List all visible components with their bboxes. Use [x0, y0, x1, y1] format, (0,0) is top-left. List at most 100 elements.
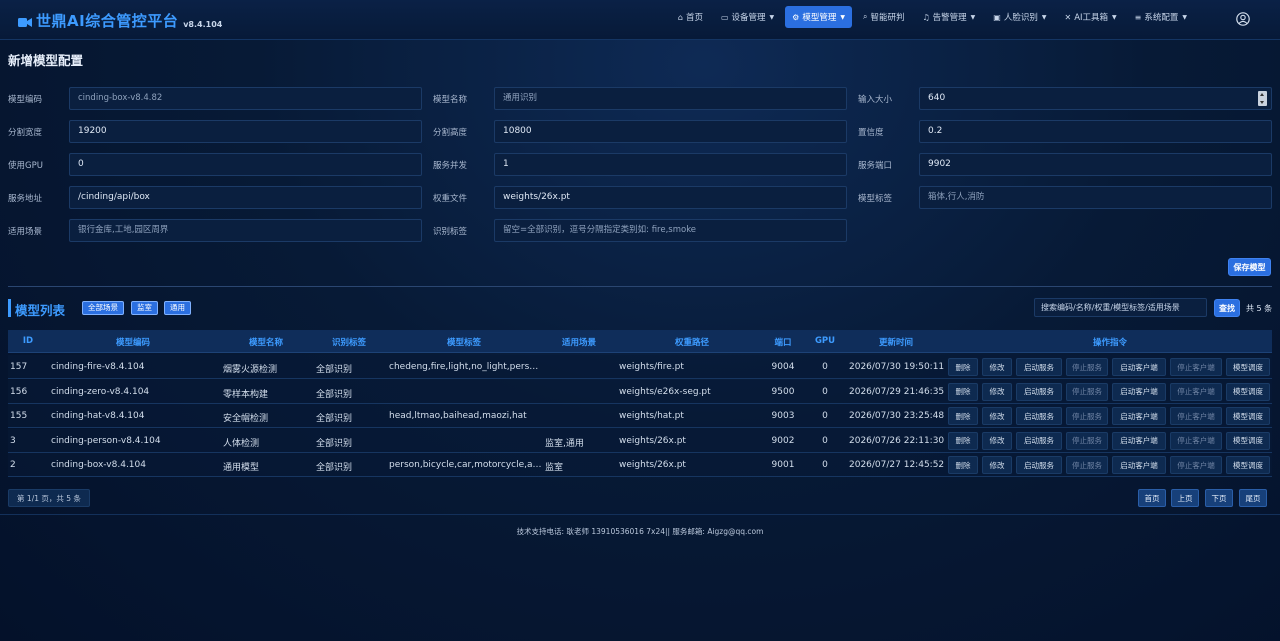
start-service-button[interactable]: 启动服务 [1016, 358, 1062, 376]
nav-item-1[interactable]: ▭ 设备管理 ▼ [714, 6, 781, 28]
cell-scene: 监室 [545, 463, 564, 474]
cell-name: 零样本构建 [223, 389, 269, 400]
user-avatar-icon[interactable] [1236, 12, 1250, 26]
start-service-button[interactable]: 启动服务 [1016, 407, 1062, 426]
search-button[interactable]: 查找 [1214, 299, 1240, 317]
delete-button[interactable]: 删除 [948, 407, 978, 426]
cell-recog: 全部识别 [316, 389, 353, 400]
column-header: 更新时间 [878, 338, 914, 348]
field-value: 银行金库,工地,园区周界 [78, 225, 169, 235]
bell-icon: ♫ [922, 12, 930, 22]
cell-gpu: 0 [822, 362, 828, 372]
schedule-button[interactable]: 模型调度 [1226, 382, 1270, 401]
caret-down-icon: ▼ [970, 13, 976, 21]
tools-icon: ✕ [1064, 12, 1072, 22]
start-service-button[interactable]: 启动服务 [1016, 431, 1062, 450]
delete-button[interactable]: 删除 [948, 431, 978, 450]
stop-client-button[interactable]: 停止客户端 [1170, 431, 1222, 450]
stop-service-button[interactable]: 停止服务 [1066, 358, 1108, 376]
cell-weights: weights/fire.pt [619, 362, 684, 372]
filter-chip-general[interactable]: 通用 [164, 301, 191, 315]
last-page-button[interactable]: 尾页 [1239, 489, 1267, 507]
start-service-button[interactable]: 启动服务 [1016, 456, 1062, 475]
column-header: 操作指令 [1092, 338, 1128, 348]
start-service-button[interactable]: 启动服务 [1016, 382, 1062, 401]
start-client-button[interactable]: 启动客户端 [1112, 431, 1166, 450]
schedule-button[interactable]: 模型调度 [1226, 456, 1270, 475]
field-value: 0.2 [928, 126, 943, 136]
delete-button[interactable]: 删除 [948, 456, 978, 475]
schedule-button[interactable]: 模型调度 [1226, 358, 1270, 376]
start-client-button[interactable]: 启动客户端 [1112, 358, 1166, 376]
stop-service-button[interactable]: 停止服务 [1066, 407, 1108, 426]
cell-tags: chedeng,fire,light,no_light,pers… [389, 362, 539, 372]
cell-tags: person,bicycle,car,motorcycle,a… [389, 460, 542, 471]
model-tags-field[interactable]: 箱体,行人,消防 [919, 186, 1272, 209]
number-spinner-icon[interactable] [1258, 91, 1267, 106]
cell-name: 安全帽检测 [223, 414, 269, 425]
start-client-button[interactable]: 启动客户端 [1112, 407, 1166, 426]
next-page-button[interactable]: 下页 [1205, 489, 1233, 507]
concurrency-field[interactable]: 1 [494, 153, 847, 176]
table-row: 157 cinding-fire-v8.4.104 烟雾火源检测 全部识别 cheden… [8, 355, 1272, 379]
stop-client-button[interactable]: 停止客户端 [1170, 407, 1222, 426]
recognition-tags-field[interactable]: 留空=全部识别，逗号分隔指定类别如: fire,smoke [494, 219, 847, 242]
column-header: 模型标签 [446, 338, 482, 348]
edit-button[interactable]: 修改 [982, 358, 1012, 376]
nav-item-5[interactable]: ▣ 人脸识别 ▼ [986, 6, 1053, 28]
field-value: /cinding/api/box [78, 192, 150, 202]
edit-button[interactable]: 修改 [982, 456, 1012, 475]
nav-item-0[interactable]: ⌂ 首页 [671, 6, 710, 28]
save-model-button[interactable]: 保存模型 [1228, 258, 1271, 276]
cell-weights: weights/26x.pt [619, 460, 686, 471]
first-page-button[interactable]: 首页 [1138, 489, 1166, 507]
start-client-button[interactable]: 启动客户端 [1112, 382, 1166, 401]
use-gpu-field[interactable]: 0 [69, 153, 422, 176]
footer-support-text: 技术支持电话: 耿老师 13910536016 7x24|| 服务邮箱: Aig… [516, 527, 764, 536]
cell-name: 通用模型 [223, 463, 260, 474]
form-row: 使用GPU 0 服务并发 1 服务端口 9902 [0, 153, 1280, 176]
page-info: 第 1/1 页，共 5 条 [8, 489, 90, 507]
column-header: 模型编码 [115, 338, 151, 348]
total-count: 共 5 条 [1246, 304, 1273, 313]
brand[interactable]: 世鼎AI综合管控平台 v8.4.104 [18, 10, 222, 31]
split-width-field[interactable]: 19200 [69, 120, 422, 143]
stop-service-button[interactable]: 停止服务 [1066, 382, 1108, 401]
weights-file-field[interactable]: weights/26x.pt [494, 186, 847, 209]
filter-chip-cell[interactable]: 监室 [131, 301, 158, 315]
model-code-field[interactable]: cinding-box-v8.4.82 [69, 87, 422, 110]
stop-service-button[interactable]: 停止服务 [1066, 456, 1108, 475]
service-port-field[interactable]: 9902 [919, 153, 1272, 176]
nav-item-3[interactable]: ⌕ 智能研判 [856, 6, 912, 28]
delete-button[interactable]: 删除 [948, 382, 978, 401]
stop-client-button[interactable]: 停止客户端 [1170, 358, 1222, 376]
model-search-input[interactable] [1034, 298, 1207, 317]
start-client-button[interactable]: 启动客户端 [1112, 456, 1166, 475]
nav-item-6[interactable]: ✕ AI工具箱 ▼ [1058, 6, 1124, 28]
stop-client-button[interactable]: 停止客户端 [1170, 456, 1222, 475]
schedule-button[interactable]: 模型调度 [1226, 431, 1270, 450]
nav-item-4[interactable]: ♫ 告警管理 ▼ [915, 6, 982, 28]
column-header: 模型名称 [248, 338, 284, 348]
split-height-field[interactable]: 10800 [494, 120, 847, 143]
edit-button[interactable]: 修改 [982, 407, 1012, 426]
input-size-field[interactable]: 640 [919, 87, 1272, 110]
model-list-title: 模型列表 [15, 303, 66, 318]
stop-client-button[interactable]: 停止客户端 [1170, 382, 1222, 401]
prev-page-button[interactable]: 上页 [1171, 489, 1199, 507]
filter-chip-all[interactable]: 全部场景 [82, 301, 124, 315]
service-url-field[interactable]: /cinding/api/box [69, 186, 422, 209]
confidence-field[interactable]: 0.2 [919, 120, 1272, 143]
stop-service-button[interactable]: 停止服务 [1066, 431, 1108, 450]
schedule-button[interactable]: 模型调度 [1226, 407, 1270, 426]
model-name-field[interactable]: 通用识别 [494, 87, 847, 110]
edit-button[interactable]: 修改 [982, 382, 1012, 401]
field-label: 服务并发 [433, 161, 468, 171]
delete-button[interactable]: 删除 [948, 358, 978, 376]
table-row: 2 cinding-box-v8.4.104 通用模型 全部识别 person,bicy… [8, 453, 1272, 478]
scene-field[interactable]: 银行金库,工地,园区周界 [69, 219, 422, 242]
edit-button[interactable]: 修改 [982, 431, 1012, 450]
nav-item-7[interactable]: ≡ 系统配置 ▼ [1128, 6, 1194, 28]
nav-item-2[interactable]: ⚙ 模型管理 ▼ [785, 6, 852, 28]
cell-gpu: 0 [822, 386, 828, 397]
